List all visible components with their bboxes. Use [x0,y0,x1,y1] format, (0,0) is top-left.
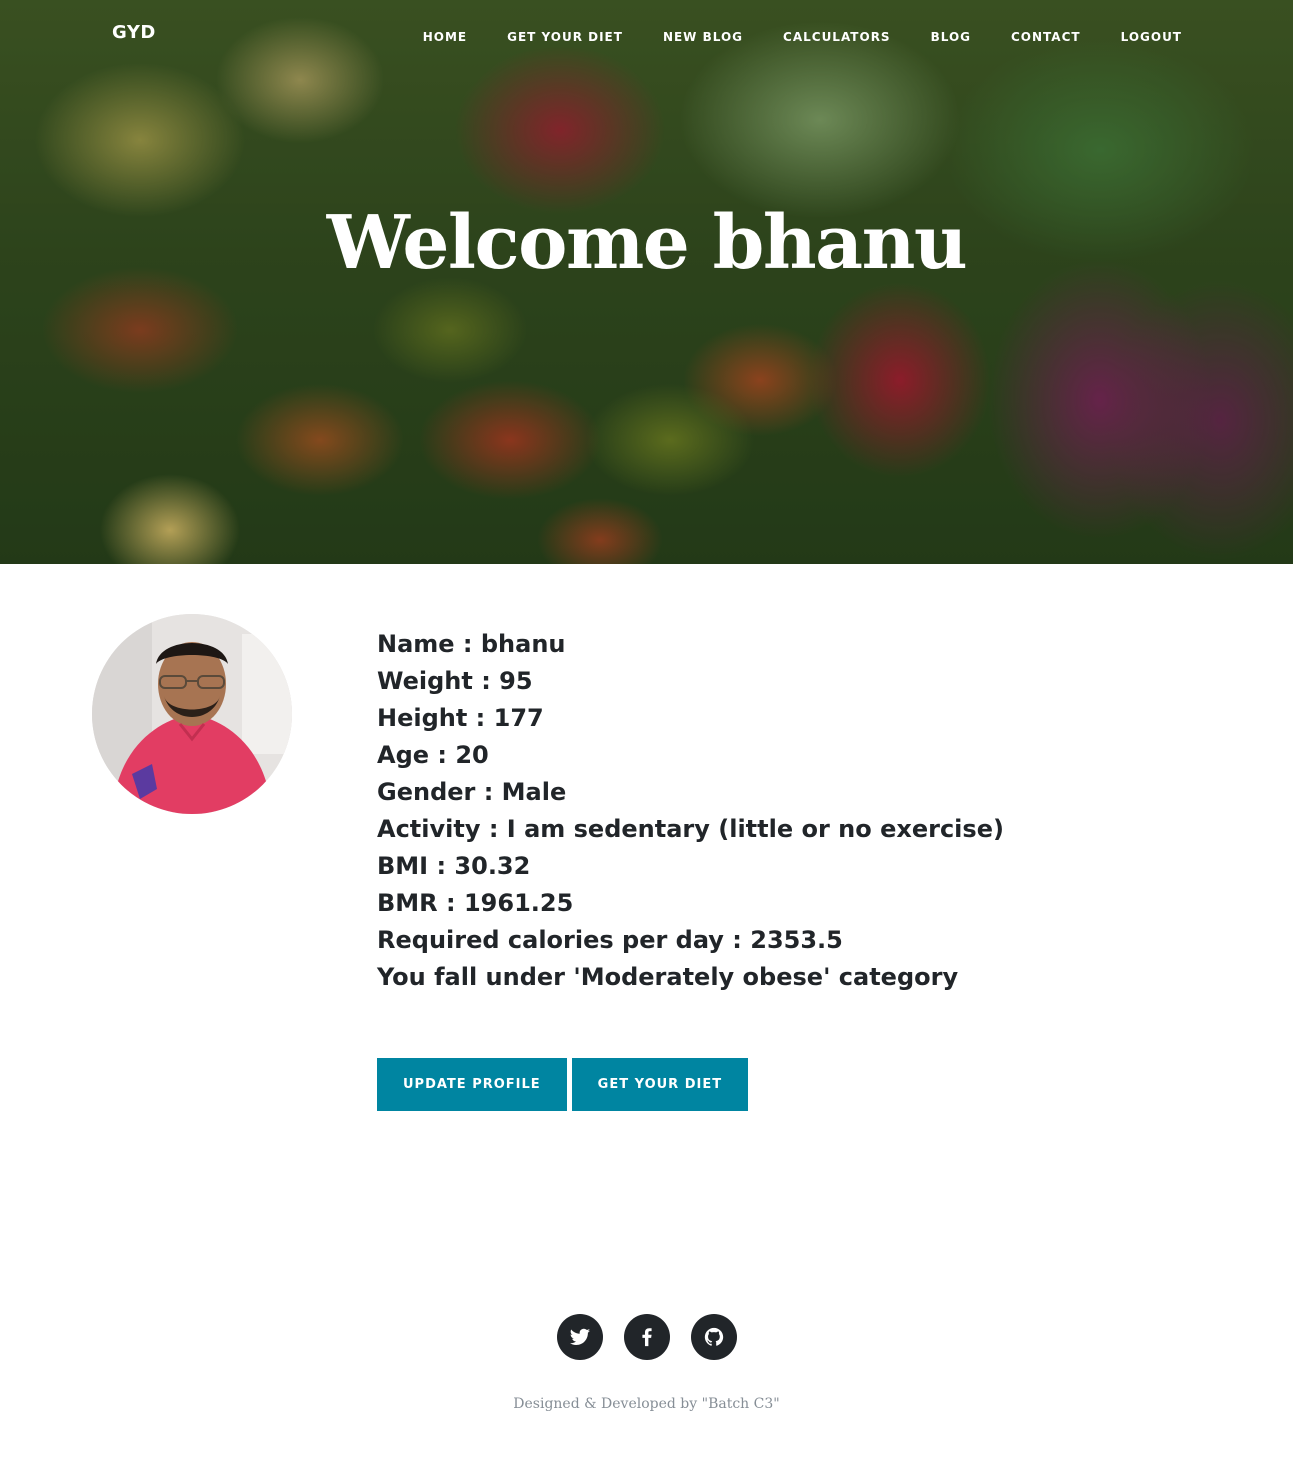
nav-item-logout: LOGOUT [1121,26,1182,45]
profile-age: Age : 20 [377,741,489,769]
profile-bmi: BMI : 30.32 [377,852,531,880]
brand-logo[interactable]: GYD [112,22,156,43]
profile-activity: Activity : I am sedentary (little or no … [377,815,1004,843]
profile-weight: Weight : 95 [377,667,533,695]
social-item-facebook [623,1314,670,1360]
nav-link-contact[interactable]: CONTACT [1011,30,1081,44]
nav-menu: HOME GET YOUR DIET NEW BLOG CALCULATORS … [423,26,1182,45]
nav-item-blog: BLOG [931,26,971,45]
avatar [92,614,292,814]
facebook-link[interactable] [623,1314,670,1360]
nav-link-logout[interactable]: LOGOUT [1121,30,1182,44]
nav-item-home: HOME [423,26,467,45]
social-item-twitter [556,1314,603,1360]
footer: Designed & Developed by "Batch C3" [0,1314,1293,1480]
nav-link-get-your-diet[interactable]: GET YOUR DIET [507,30,623,44]
github-icon [704,1327,723,1346]
twitter-link[interactable] [556,1314,603,1360]
nav-item-get-your-diet: GET YOUR DIET [507,26,623,45]
update-profile-button[interactable]: UPDATE PROFILE [377,1058,567,1111]
social-links [0,1314,1293,1360]
profile-details: Name : bhanu Weight : 95 Height : 177 Ag… [377,626,1257,996]
profile-calories: Required calories per day : 2353.5 [377,926,843,954]
twitter-icon [569,1328,590,1345]
nav-link-blog[interactable]: BLOG [931,30,971,44]
nav-link-calculators[interactable]: CALCULATORS [783,30,891,44]
footer-credit: Designed & Developed by "Batch C3" [513,1396,780,1412]
get-your-diet-button[interactable]: GET YOUR DIET [571,1058,749,1111]
profile-gender: Gender : Male [377,778,567,806]
nav-link-home[interactable]: HOME [423,30,467,44]
hero-header: GYD HOME GET YOUR DIET NEW BLOG CALCULAT… [0,0,1293,564]
nav-item-contact: CONTACT [1011,26,1081,45]
profile-bmr: BMR : 1961.25 [377,889,574,917]
welcome-heading: Welcome bhanu [326,200,968,286]
nav-item-new-blog: NEW BLOG [663,26,743,45]
nav-item-calculators: CALCULATORS [783,26,891,45]
profile-actions: UPDATE PROFILE GET YOUR DIET [377,1058,749,1111]
profile-section: Name : bhanu Weight : 95 Height : 177 Ag… [0,564,1293,1264]
user-photo [92,614,292,814]
social-item-github [690,1314,737,1360]
facebook-icon [641,1328,652,1347]
profile-name: Name : bhanu [377,630,566,658]
profile-height: Height : 177 [377,704,544,732]
navbar: GYD HOME GET YOUR DIET NEW BLOG CALCULAT… [0,0,1293,66]
github-link[interactable] [690,1314,737,1360]
nav-link-new-blog[interactable]: NEW BLOG [663,30,743,44]
profile-category: You fall under 'Moderately obese' catego… [377,963,959,991]
